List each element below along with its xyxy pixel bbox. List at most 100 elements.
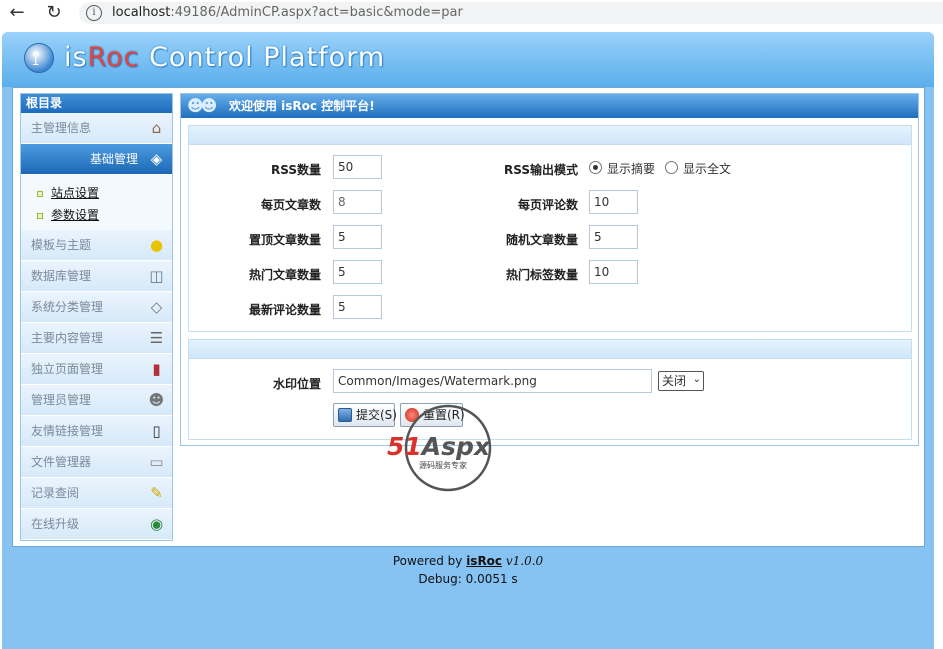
params-fieldset: RSS数量 50 每页文章数 8 置顶文章数量 5 热门文章数量 5 最新评论数… <box>188 125 912 332</box>
latest-comments-input[interactable]: 5 <box>333 295 382 319</box>
sidebar-sub-site-settings[interactable]: 站点设置 <box>35 182 172 204</box>
rss-count-label: RSS数量 <box>271 163 321 177</box>
per-page-articles-input[interactable]: 8 <box>333 190 382 214</box>
sidebar-item-label: 文件管理器 <box>31 455 92 469</box>
sidebar-item-label: 管理员管理 <box>31 393 92 407</box>
brand-suffix: Control Platform <box>139 42 386 73</box>
rss-mode-label: RSS输出模式 <box>504 163 578 177</box>
sidebar-item-database[interactable]: 数据库管理 ◫ <box>21 261 172 292</box>
sidebar-item-main-info[interactable]: 主管理信息 ⌂ <box>21 113 172 144</box>
page-scrollbar[interactable] <box>936 28 943 649</box>
sidebar-item-categories[interactable]: 系统分类管理 ◇ <box>21 292 172 323</box>
reload-icon[interactable]: ↻ <box>43 2 65 24</box>
page-footer: Powered by isRoc v1.0.0 Debug: 0.0051 s <box>2 552 934 588</box>
rss-count-input[interactable]: 50 <box>333 155 382 179</box>
page-title: 欢迎使用 isRoc 控制平台! <box>229 99 375 113</box>
reset-button-label: 重置(R) <box>423 408 465 422</box>
cube-icon: ◈ <box>150 150 163 168</box>
sidebar: 根目录 主管理信息 ⌂ 基础管理 ◈ 站点设置 参数设置 模板与主题 ● 数据库… <box>20 93 173 541</box>
sidebar-item-basic[interactable]: 基础管理 ◈ <box>21 144 172 175</box>
url-path: :49186/AdminCP.aspx?act=basic&mode=par <box>170 5 463 20</box>
sidebar-item-label: 在线升级 <box>31 517 80 531</box>
sidebar-item-label: 友情链接管理 <box>31 424 104 438</box>
rss-mode-full-label: 显示全文 <box>683 162 732 176</box>
bulb-icon: ● <box>149 236 164 254</box>
url-text: localhost:49186/AdminCP.aspx?act=basic&m… <box>112 5 463 20</box>
users-icon: ☻☻ <box>187 96 217 115</box>
random-articles-label: 随机文章数量 <box>505 233 578 247</box>
sidebar-submenu: 站点设置 参数设置 <box>21 175 172 230</box>
top-articles-label: 置顶文章数量 <box>248 233 321 247</box>
sidebar-item-label: 独立页面管理 <box>31 362 104 376</box>
pencil-icon: ✎ <box>150 484 163 502</box>
rss-mode-summary-label: 显示摘要 <box>607 162 656 176</box>
sidebar-item-label: 数据库管理 <box>31 269 92 283</box>
site-info-icon[interactable]: i <box>86 5 102 21</box>
chevron-down-icon: ⌄ <box>692 374 701 385</box>
sidebar-item-files[interactable]: 文件管理器 ▭ <box>21 447 172 478</box>
sidebar-item-admins[interactable]: 管理员管理 ☻ <box>21 385 172 416</box>
sidebar-item-upgrade[interactable]: 在线升级 ◉ <box>21 509 172 540</box>
books-icon: ▮ <box>152 360 161 378</box>
users-icon: ☻ <box>148 391 165 409</box>
sidebar-item-content[interactable]: 主要内容管理 ☰ <box>21 323 172 354</box>
fieldset-header <box>189 126 911 145</box>
footer-debug: Debug: 0.0051 s <box>418 572 518 586</box>
sidebar-item-templates[interactable]: 模板与主题 ● <box>21 230 172 261</box>
sidebar-item-logs[interactable]: 记录查阅 ✎ <box>21 478 172 509</box>
sidebar-item-links[interactable]: 友情链接管理 ▯ <box>21 416 172 447</box>
back-arrow-icon[interactable]: ← <box>6 2 28 24</box>
reset-button[interactable]: 重置(R) <box>400 403 465 427</box>
random-articles-input[interactable]: 5 <box>589 225 638 249</box>
submit-button-label: 提交(S) <box>356 408 397 422</box>
globe-icon: ◉ <box>149 515 164 533</box>
sidebar-item-label: 模板与主题 <box>31 238 92 252</box>
footer-brand-link[interactable]: isRoc <box>466 554 502 568</box>
rss-mode-full-radio[interactable] <box>665 161 678 174</box>
fieldset-header <box>189 340 911 359</box>
book-icon: ☰ <box>149 329 164 347</box>
sidebar-item-label: 主管理信息 <box>31 121 92 135</box>
battery-icon: ▯ <box>152 422 161 440</box>
main-panel: 根目录 主管理信息 ⌂ 基础管理 ◈ 站点设置 参数设置 模板与主题 ● 数据库… <box>12 87 925 547</box>
sidebar-sub-param-settings[interactable]: 参数设置 <box>35 204 172 226</box>
footer-powered: Powered by isRoc v1.0.0 <box>2 552 934 570</box>
brand-prefix: is <box>64 42 88 73</box>
watermark-position-select[interactable]: 关闭 ⌄ <box>658 371 704 391</box>
watermark-fieldset: 水印位置 Common/Images/Watermark.png 关闭 ⌄ 提交… <box>188 339 912 440</box>
per-page-comments-input[interactable]: 10 <box>589 190 638 214</box>
watermark-select-value: 关闭 <box>662 374 687 388</box>
logo-icon <box>24 43 54 73</box>
hot-articles-input[interactable]: 5 <box>333 260 382 284</box>
hot-tags-input[interactable]: 10 <box>589 260 638 284</box>
house-icon: ⌂ <box>151 119 162 137</box>
sidebar-item-label: 记录查阅 <box>31 486 80 500</box>
sidebar-item-label: 系统分类管理 <box>31 300 104 314</box>
hot-articles-label: 热门文章数量 <box>248 268 321 282</box>
watermark-label: 水印位置 <box>272 377 321 391</box>
per-page-comments-label: 每页评论数 <box>517 198 578 212</box>
content-panel: ☻☻ 欢迎使用 isRoc 控制平台! RSS数量 50 每页文章数 8 置顶文… <box>180 93 919 446</box>
footer-version: v1.0.0 <box>502 554 544 568</box>
submit-button[interactable]: 提交(S) <box>333 403 397 427</box>
brand-accent: Roc <box>87 42 140 73</box>
sidebar-item-pages[interactable]: 独立页面管理 ▮ <box>21 354 172 385</box>
sidebar-title: 根目录 <box>21 94 172 113</box>
sidebar-item-label: 主要内容管理 <box>31 331 104 345</box>
url-host: localhost <box>112 5 171 20</box>
app-header: isRoc Control Platform <box>2 32 934 87</box>
per-page-articles-label: 每页文章数 <box>260 198 321 212</box>
save-icon <box>338 408 352 422</box>
database-icon: ◫ <box>149 267 164 285</box>
disk-icon: ▭ <box>149 453 164 471</box>
sidebar-item-label: 基础管理 <box>89 152 138 166</box>
top-articles-input[interactable]: 5 <box>333 225 382 249</box>
reset-icon <box>405 408 419 422</box>
admin-app: isRoc Control Platform 根目录 主管理信息 ⌂ 基础管理 … <box>2 32 934 649</box>
watermark-path-input[interactable]: Common/Images/Watermark.png <box>333 369 652 393</box>
tag-icon: ◇ <box>150 298 163 316</box>
address-bar[interactable]: i localhost:49186/AdminCP.aspx?act=basic… <box>79 2 943 24</box>
brand-title: isRoc Control Platform <box>64 42 385 73</box>
latest-comments-label: 最新评论数量 <box>248 303 321 317</box>
rss-mode-summary-radio[interactable] <box>589 161 602 174</box>
